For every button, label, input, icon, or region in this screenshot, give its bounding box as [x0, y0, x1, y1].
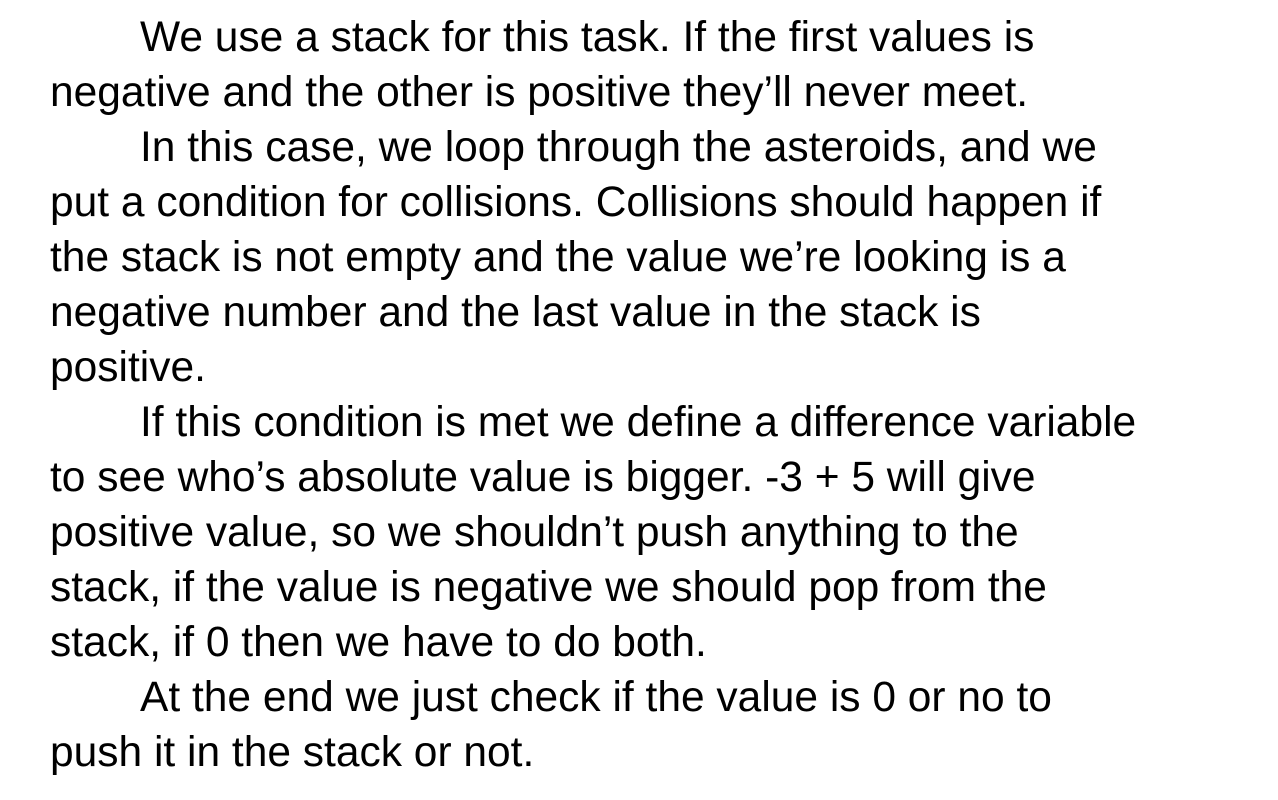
- text-line: push it in the stack or not.: [50, 729, 535, 776]
- text-line: We use a stack for this task. If the fir…: [140, 14, 1035, 61]
- text-line: stack, if the value is negative we shoul…: [50, 564, 1047, 611]
- text-line: put a condition for collisions. Collisio…: [50, 179, 1102, 226]
- text-line: In this case, we loop through the astero…: [140, 124, 1097, 171]
- document-body: We use a stack for this task. If the fir…: [50, 10, 1270, 780]
- text-line: negative and the other is positive they’…: [50, 69, 1029, 116]
- text-line: the stack is not empty and the value we’…: [50, 234, 1066, 281]
- paragraph-1: We use a stack for this task. If the fir…: [50, 10, 1270, 120]
- text-line: to see who’s absolute value is bigger. -…: [50, 454, 1036, 501]
- text-line: If this condition is met we define a dif…: [140, 399, 1137, 446]
- paragraph-4: At the end we just check if the value is…: [50, 670, 1270, 780]
- text-line: negative number and the last value in th…: [50, 289, 981, 336]
- text-line: positive value, so we shouldn’t push any…: [50, 509, 1019, 556]
- paragraph-3: If this condition is met we define a dif…: [50, 395, 1270, 670]
- text-line: stack, if 0 then we have to do both.: [50, 619, 707, 666]
- text-line: positive.: [50, 344, 206, 391]
- text-line: At the end we just check if the value is…: [140, 674, 1052, 721]
- paragraph-2: In this case, we loop through the astero…: [50, 120, 1270, 395]
